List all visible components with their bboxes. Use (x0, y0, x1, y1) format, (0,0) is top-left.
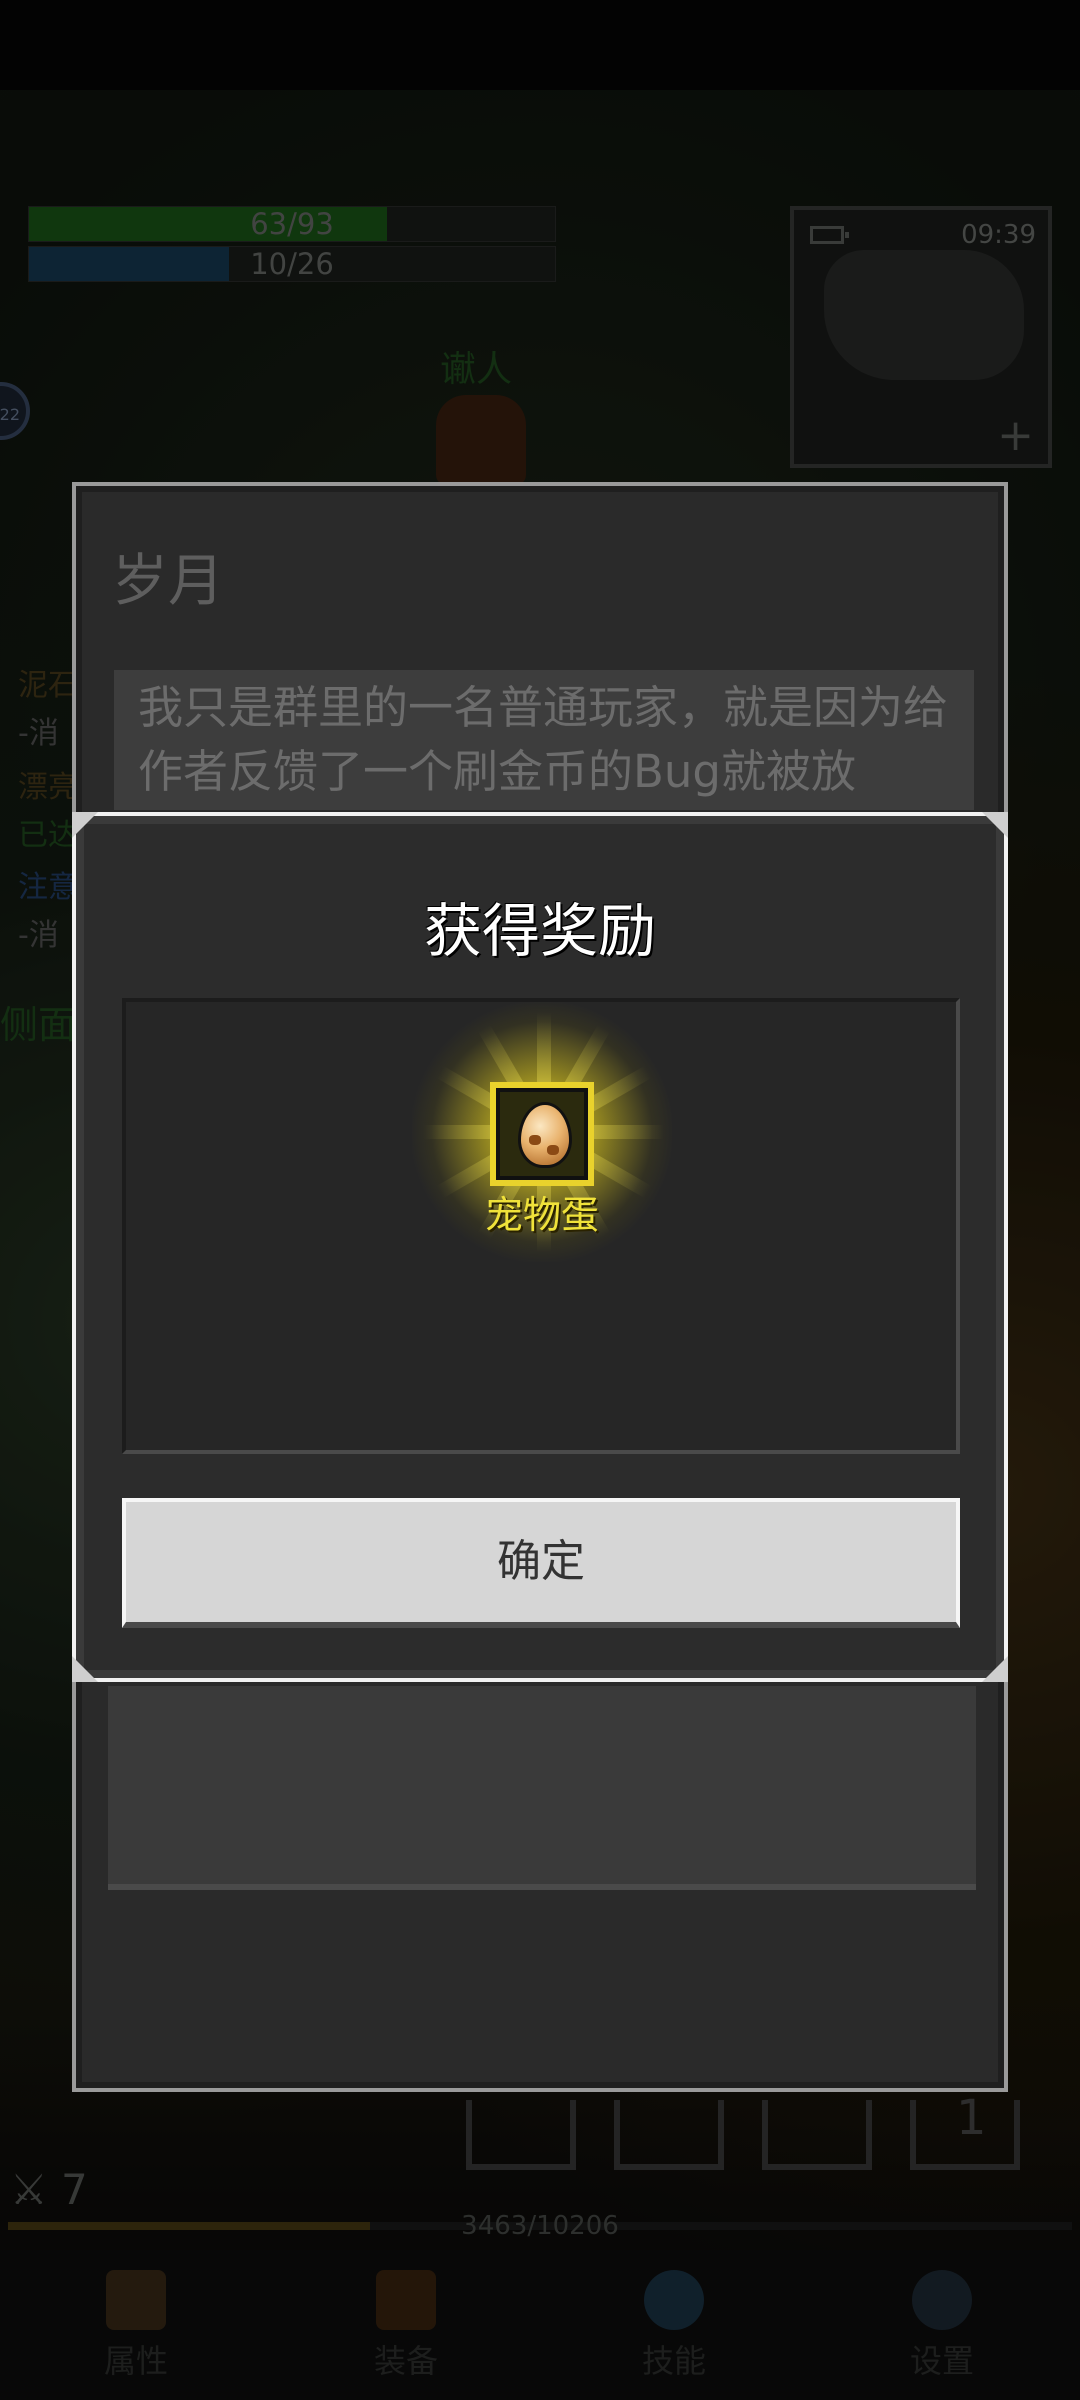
reward-dialog: 获得奖励 宠物蛋 确定 (72, 812, 1008, 1682)
egg-spot (547, 1145, 559, 1155)
panel-text: 我只是群里的一名普通玩家，就是因为给作者反馈了一个刷金币的Bug就被放 (138, 681, 949, 798)
egg-spot (529, 1135, 541, 1145)
panel-lower-box (108, 1686, 976, 1890)
dialog-title: 获得奖励 (423, 897, 656, 965)
pet-egg-icon (518, 1102, 572, 1168)
dialog-corner (72, 812, 98, 838)
dialog-corner (982, 812, 1008, 838)
confirm-button[interactable]: 确定 (122, 1498, 960, 1628)
panel-text-box: 我只是群里的一名普通玩家，就是因为给作者反馈了一个刷金币的Bug就被放 (114, 670, 974, 810)
dialog-corner (982, 1656, 1008, 1682)
reward-list: 宠物蛋 (122, 998, 960, 1454)
reward-item[interactable]: 宠物蛋 (392, 1002, 692, 1262)
item-name: 宠物蛋 (484, 1193, 599, 1237)
item-frame (490, 1082, 594, 1186)
dialog-corner (72, 1656, 98, 1682)
panel-title: 岁月 (112, 549, 224, 614)
